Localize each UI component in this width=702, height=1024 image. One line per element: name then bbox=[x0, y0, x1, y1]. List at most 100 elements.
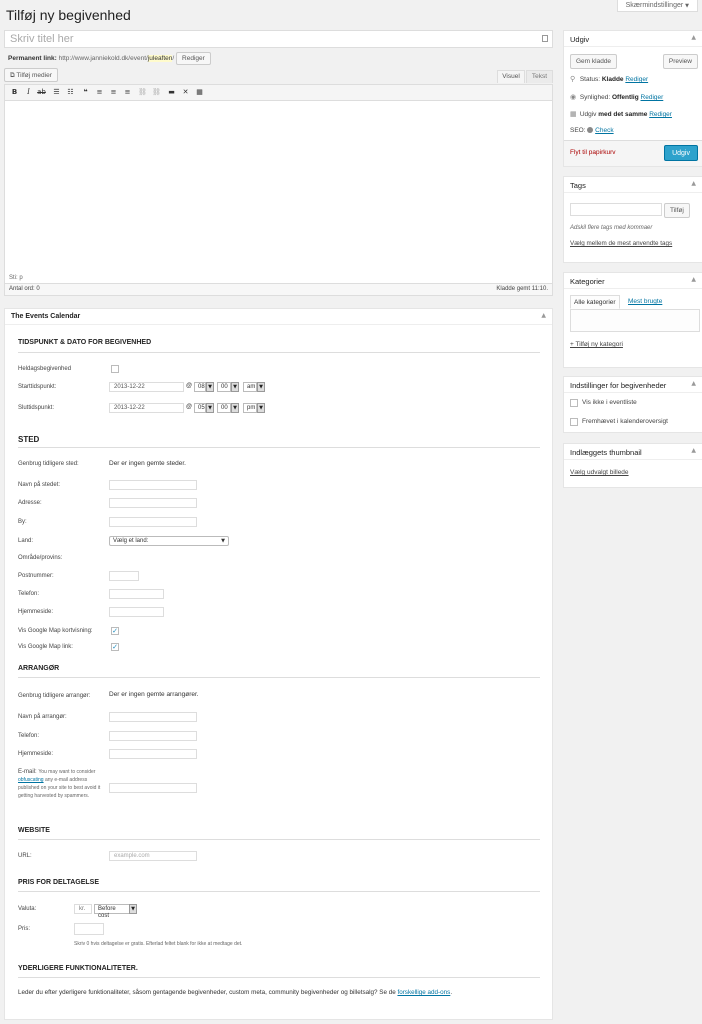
tab-most-used[interactable]: Mest brugte bbox=[625, 295, 675, 309]
trash-link[interactable]: Flyt til papirkurv bbox=[570, 149, 616, 156]
hide-from-list-checkbox[interactable] bbox=[570, 399, 578, 407]
bold-icon[interactable]: B bbox=[10, 88, 19, 97]
blockquote-icon[interactable]: ❝ bbox=[81, 88, 90, 97]
eye-icon: ◉ bbox=[570, 93, 577, 101]
number-list-icon[interactable]: ☷ bbox=[66, 88, 75, 97]
italic-icon[interactable]: I bbox=[24, 88, 33, 97]
event-settings-header[interactable]: Indstillinger for begivenheder ▲ bbox=[564, 377, 702, 393]
end-hour-select[interactable]: 05 bbox=[194, 403, 206, 413]
screen-options-button[interactable]: Skærmindstillinger ▼ bbox=[616, 0, 698, 12]
add-category-link[interactable]: + Tilføj ny kategori bbox=[570, 341, 623, 348]
post-title-input[interactable]: Skriv titel her bbox=[4, 30, 553, 48]
valuta-input[interactable]: kr. bbox=[74, 904, 92, 914]
visibility-edit-link[interactable]: Rediger bbox=[641, 94, 664, 101]
chevron-down-icon[interactable]: ▼ bbox=[231, 403, 239, 413]
chevron-up-icon[interactable]: ▲ bbox=[691, 380, 696, 387]
chevron-down-icon[interactable]: ▼ bbox=[231, 382, 239, 392]
city-input[interactable] bbox=[109, 517, 197, 527]
org-website-input[interactable] bbox=[109, 749, 197, 759]
strike-icon[interactable]: ab bbox=[37, 88, 46, 97]
link-icon[interactable]: ⛓ bbox=[138, 88, 147, 97]
chevron-up-icon[interactable]: ▲ bbox=[691, 447, 696, 454]
calendar-icon: ▦ bbox=[570, 110, 577, 118]
obfuscating-link[interactable]: obfuscating bbox=[18, 777, 44, 783]
phone-input[interactable] bbox=[109, 589, 164, 599]
more-icon[interactable]: ▬ bbox=[167, 88, 176, 97]
most-used-tags-link[interactable]: Vælg mellem de mest anvendte tags bbox=[570, 240, 672, 247]
org-website-label: Hjemmeside: bbox=[18, 751, 54, 757]
kitchen-sink-icon[interactable]: ▦ bbox=[195, 88, 204, 97]
show-map-checkbox[interactable]: ✓ bbox=[111, 627, 119, 635]
category-list[interactable] bbox=[570, 309, 700, 332]
end-minute-select[interactable]: 00 bbox=[217, 403, 231, 413]
schedule-edit-link[interactable]: Rediger bbox=[649, 111, 672, 118]
tags-input[interactable] bbox=[570, 203, 662, 216]
permalink-edit-button[interactable]: Rediger bbox=[176, 52, 211, 65]
publish-footer: Flyt til papirkurv Udgiv bbox=[564, 140, 702, 166]
chevron-up-icon[interactable]: ▲ bbox=[691, 34, 696, 41]
permalink: Permanent link: http://www.janniekold.dk… bbox=[8, 52, 211, 65]
bullet-list-icon[interactable]: ☰ bbox=[52, 88, 61, 97]
allday-checkbox[interactable] bbox=[111, 365, 119, 373]
tab-visual[interactable]: Visuel bbox=[497, 70, 525, 83]
publish-button[interactable]: Udgiv bbox=[664, 145, 698, 161]
add-tag-button[interactable]: Tilføj bbox=[664, 203, 690, 218]
chevron-down-icon: ▼ bbox=[685, 3, 689, 9]
add-media-button[interactable]: ⧉ Tilføj medier bbox=[4, 68, 58, 82]
seo-check-link[interactable]: Check bbox=[595, 127, 613, 134]
end-ampm-select[interactable]: pm bbox=[243, 403, 257, 413]
addons-link[interactable]: forskellige add-ons bbox=[397, 989, 450, 996]
org-name-label: Navn på arrangør: bbox=[18, 714, 67, 720]
categories-box-header[interactable]: Kategorier ▲ bbox=[564, 273, 702, 289]
tab-text[interactable]: Tekst bbox=[526, 70, 553, 83]
chevron-up-icon[interactable]: ▲ bbox=[691, 276, 696, 283]
website-input[interactable] bbox=[109, 607, 164, 617]
chevron-up-icon[interactable]: ▲ bbox=[691, 180, 696, 187]
start-hour-select[interactable]: 08 bbox=[194, 382, 206, 392]
country-select[interactable]: Vælg et land: ▼ bbox=[109, 536, 229, 546]
chevron-down-icon[interactable]: ▼ bbox=[129, 904, 137, 914]
set-thumbnail-link[interactable]: Vælg udvalgt billede bbox=[570, 469, 629, 476]
valuta-position-select[interactable]: Before cost bbox=[94, 904, 130, 919]
tab-all-categories[interactable]: Alle kategorier bbox=[570, 295, 620, 309]
featured-checkbox[interactable] bbox=[570, 418, 578, 426]
tags-box-header[interactable]: Tags ▲ bbox=[564, 177, 702, 193]
unlink-icon[interactable]: ⛓ bbox=[152, 88, 161, 97]
fullscreen-icon[interactable]: ✕ bbox=[181, 88, 190, 97]
chevron-down-icon[interactable]: ▼ bbox=[206, 403, 214, 413]
start-date-input[interactable]: 2013-12-22 bbox=[109, 382, 184, 392]
url-input[interactable]: example.com bbox=[109, 851, 197, 861]
price-heading: PRIS FOR DELTAGELSE bbox=[18, 879, 100, 886]
publish-box-header[interactable]: Udgiv ▲ bbox=[564, 31, 702, 47]
editor-textarea[interactable] bbox=[4, 101, 553, 276]
status-edit-link[interactable]: Rediger bbox=[625, 76, 648, 83]
zip-input[interactable] bbox=[109, 571, 139, 581]
preview-button[interactable]: Preview bbox=[662, 54, 698, 69]
show-map-link-checkbox[interactable]: ✓ bbox=[111, 643, 119, 651]
price-label: Pris: bbox=[18, 926, 30, 932]
chevron-up-icon[interactable]: ▲ bbox=[541, 312, 546, 319]
chevron-down-icon[interactable]: ▼ bbox=[206, 382, 214, 392]
org-name-input[interactable] bbox=[109, 712, 197, 722]
chevron-down-icon[interactable]: ▼ bbox=[257, 403, 265, 413]
end-date-input[interactable]: 2013-12-22 bbox=[109, 403, 184, 413]
events-box-header[interactable]: The Events Calendar ▲ bbox=[5, 309, 552, 325]
thumbnail-box-header[interactable]: Indlæggets thumbnail ▲ bbox=[564, 444, 702, 460]
permalink-slug[interactable]: juleaften bbox=[147, 55, 173, 62]
venue-name-input[interactable] bbox=[109, 480, 197, 490]
org-phone-input[interactable] bbox=[109, 731, 197, 741]
price-input[interactable] bbox=[74, 923, 104, 935]
draft-saved-status: Kladde gemt 11:10. bbox=[496, 286, 548, 292]
align-center-icon[interactable]: ≡ bbox=[109, 88, 118, 97]
align-right-icon[interactable]: ≡ bbox=[123, 88, 132, 97]
save-draft-button[interactable]: Gem kladde bbox=[570, 54, 618, 69]
venue-heading: STED bbox=[18, 435, 40, 444]
align-left-icon[interactable]: ≡ bbox=[95, 88, 104, 97]
address-input[interactable] bbox=[109, 498, 197, 508]
toggle-icon[interactable] bbox=[542, 35, 548, 42]
email-label-block: E-mail: You may want to consider obfusca… bbox=[18, 768, 108, 800]
org-email-input[interactable] bbox=[109, 783, 197, 793]
chevron-down-icon[interactable]: ▼ bbox=[257, 382, 265, 392]
start-ampm-select[interactable]: am bbox=[243, 382, 257, 392]
start-minute-select[interactable]: 00 bbox=[217, 382, 231, 392]
